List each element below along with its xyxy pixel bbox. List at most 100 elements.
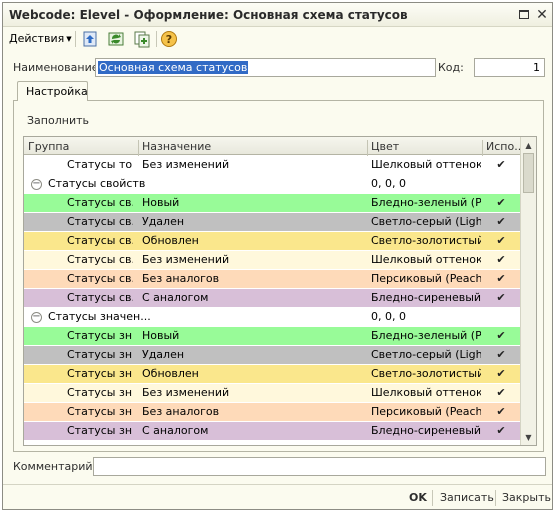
restore-button[interactable] [515, 6, 533, 23]
purpose-cell: Без изменений [142, 158, 230, 171]
color-cell: Бледно-сиреневый ... [371, 424, 481, 437]
table-row[interactable]: Статусы зн... Новый Бледно-зеленый (P... ✔ [24, 327, 521, 346]
purpose-cell: Обновлен [142, 234, 199, 247]
group-cell: Статусы зн... [67, 367, 133, 380]
purpose-cell: Новый [142, 329, 180, 342]
checkmark-icon[interactable]: ✔ [486, 367, 516, 380]
footer-divider [3, 484, 552, 485]
table-row[interactable]: Статусы св... Удален Светло-серый (Ligh...… [24, 213, 521, 232]
group-cell: Статусы зн... [67, 348, 133, 361]
purpose-cell: Без изменений [142, 386, 230, 399]
purpose-cell: Без аналогов [142, 272, 220, 285]
color-cell: Персиковый (Peach... [371, 405, 481, 418]
grid-rows: Статусы то... Без изменений Шелковый оттен… [24, 156, 521, 441]
table-row[interactable]: Статусы св... Новый Бледно-зеленый (P... ✔ [24, 194, 521, 213]
purpose-cell: С аналогом [142, 424, 209, 437]
group-row[interactable]: − Статусы значен... 0, 0, 0 [24, 308, 521, 327]
table-row[interactable]: Статусы зн... С аналогом Бледно-сиреневый … [24, 422, 521, 441]
checkmark-icon[interactable]: ✔ [486, 348, 516, 361]
scroll-thumb[interactable] [523, 153, 534, 193]
group-cell: Статусы зн... [67, 405, 133, 418]
group-cell: Статусы зн... [67, 386, 133, 399]
checkmark-icon[interactable]: ✔ [486, 253, 516, 266]
checkmark-icon[interactable]: ✔ [486, 272, 516, 285]
table-row[interactable]: Статусы зн... Без аналогов Персиковый (Pea… [24, 403, 521, 422]
close-form-button[interactable]: Закрыть [502, 491, 551, 504]
checkmark-icon[interactable]: ✔ [486, 424, 516, 437]
form-window: Webcode: Elevel - Оформление: Основная с… [2, 2, 553, 510]
help-button[interactable]: ? [160, 30, 178, 48]
column-header-purpose[interactable]: Назначение [142, 140, 211, 153]
actions-menu[interactable]: Действия ▼ [9, 32, 72, 45]
name-input[interactable]: Основная схема статусов [95, 58, 436, 77]
tab-settings[interactable]: Настройка [17, 81, 88, 101]
table-row[interactable]: Статусы св... Обновлен Светло-золотистый..… [24, 232, 521, 251]
table-row[interactable]: Статусы зн... Без изменений Шелковый оттен… [24, 384, 521, 403]
checkmark-icon[interactable]: ✔ [486, 215, 516, 228]
color-cell: Бледно-сиреневый ... [371, 291, 481, 304]
color-cell: Светло-золотистый... [371, 367, 481, 380]
vertical-scrollbar[interactable]: ▲ ▼ [520, 137, 536, 445]
status-grid[interactable]: Группа Назначение Цвет Испо... Статусы т… [23, 136, 537, 446]
group-cell: Статусы св... [67, 253, 133, 266]
refresh-button[interactable] [107, 30, 125, 48]
table-row[interactable]: Статусы св... С аналогом Бледно-сиреневый … [24, 289, 521, 308]
column-header-color[interactable]: Цвет [371, 140, 399, 153]
checkmark-icon[interactable]: ✔ [486, 386, 516, 399]
title-bar: Webcode: Elevel - Оформление: Основная с… [3, 3, 552, 27]
code-input[interactable]: 1 [474, 58, 545, 77]
color-cell: Светло-серый (Ligh... [371, 348, 481, 361]
table-row[interactable]: Статусы св... Без аналогов Персиковый (Pea… [24, 270, 521, 289]
group-cell: Статусы свойств [48, 177, 146, 190]
group-cell: Статусы св... [67, 234, 133, 247]
table-row[interactable]: Статусы то... Без изменений Шелковый оттен… [24, 156, 521, 175]
close-icon: ✕ [536, 6, 548, 23]
tab-settings-label: Настройка [26, 85, 88, 98]
ok-button[interactable]: OK [409, 491, 427, 504]
go-up-button[interactable] [81, 30, 99, 48]
group-row[interactable]: − Статусы свойств 0, 0, 0 [24, 175, 521, 194]
group-cell: Статусы зн... [67, 329, 133, 342]
checkmark-icon[interactable]: ✔ [486, 234, 516, 247]
toolbar-separator [75, 31, 76, 47]
collapse-icon[interactable]: − [31, 179, 42, 190]
group-cell: Статусы то... [67, 158, 133, 171]
collapse-icon[interactable]: − [31, 312, 42, 323]
checkmark-icon[interactable]: ✔ [486, 329, 516, 342]
checkmark-icon[interactable]: ✔ [486, 158, 516, 171]
actions-label: Действия [9, 32, 65, 45]
dropdown-arrow-icon: ▼ [66, 35, 72, 43]
color-cell: 0, 0, 0 [371, 177, 406, 190]
toolbar-separator [156, 31, 157, 47]
go-up-icon [83, 31, 97, 47]
group-cell: Статусы св... [67, 196, 133, 209]
color-cell: Бледно-зеленый (P... [371, 329, 481, 342]
comment-input[interactable] [93, 457, 546, 476]
color-cell: Бледно-зеленый (P... [371, 196, 481, 209]
grid-header: Группа Назначение Цвет Испо... [24, 137, 525, 158]
code-label: Код: [438, 61, 464, 74]
color-cell: Шелковый оттенок ... [371, 386, 481, 399]
scroll-up-icon[interactable]: ▲ [521, 137, 536, 153]
fill-button[interactable]: Заполнить [27, 114, 89, 127]
scroll-down-icon[interactable]: ▼ [521, 429, 536, 445]
checkmark-icon[interactable]: ✔ [486, 291, 516, 304]
purpose-cell: С аналогом [142, 291, 209, 304]
window-title: Webcode: Elevel - Оформление: Основная с… [9, 8, 408, 22]
checkmark-icon[interactable]: ✔ [486, 196, 516, 209]
group-cell: Статусы значен... [48, 310, 151, 323]
table-row[interactable]: Статусы св... Без изменений Шелковый оттен… [24, 251, 521, 270]
save-button[interactable]: Записать [440, 491, 494, 504]
name-label: Наименование: [13, 61, 103, 74]
close-button[interactable]: ✕ [533, 6, 551, 23]
group-cell: Статусы зн... [67, 424, 133, 437]
table-row[interactable]: Статусы зн... Обновлен Светло-золотистый..… [24, 365, 521, 384]
column-header-use[interactable]: Испо... [486, 140, 525, 153]
group-cell: Статусы св... [67, 291, 133, 304]
column-header-group[interactable]: Группа [28, 140, 69, 153]
restore-icon [519, 10, 529, 19]
copy-button[interactable] [133, 30, 151, 48]
svg-text:?: ? [166, 33, 172, 46]
checkmark-icon[interactable]: ✔ [486, 405, 516, 418]
table-row[interactable]: Статусы зн... Удален Светло-серый (Ligh...… [24, 346, 521, 365]
